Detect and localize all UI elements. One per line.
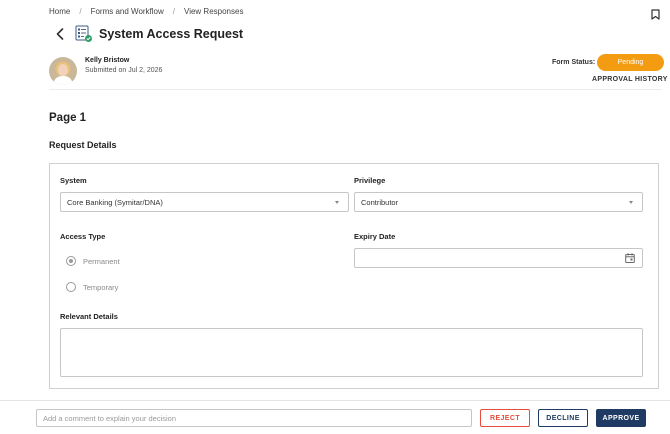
privilege-label: Privilege	[354, 176, 386, 185]
chevron-left-icon	[56, 28, 64, 40]
comment-input[interactable]	[36, 409, 472, 427]
approve-button[interactable]: APPROVE	[596, 409, 646, 427]
bookmark-icon[interactable]	[651, 9, 660, 20]
breadcrumb-current: View Responses	[184, 7, 244, 16]
system-select[interactable]: Core Banking (Symitar/DNA)	[60, 192, 349, 212]
radio-temporary-label: Temporary	[83, 282, 119, 292]
page-header: System Access Request	[53, 25, 243, 43]
request-details-card: System Core Banking (Symitar/DNA) Privil…	[49, 163, 659, 389]
form-page-title: Page 1	[49, 112, 87, 124]
radio-temporary[interactable]: Temporary	[66, 282, 118, 292]
approval-history-link[interactable]: APPROVAL HISTORY	[592, 76, 668, 83]
form-status-label: Form Status:	[552, 59, 596, 66]
calendar-icon[interactable]	[625, 253, 635, 263]
page-title: System Access Request	[99, 27, 244, 41]
privilege-select[interactable]: Contributor	[354, 192, 643, 212]
radio-permanent-label: Permanent	[83, 256, 120, 266]
expiry-date-label: Expiry Date	[354, 232, 396, 241]
system-value: Core Banking (Symitar/DNA)	[67, 197, 163, 207]
avatar	[49, 57, 77, 85]
radio-checked-icon	[66, 256, 76, 266]
breadcrumb: Home / Forms and Workflow / View Respons…	[49, 7, 243, 16]
relevant-details-textarea[interactable]	[60, 328, 643, 377]
submitted-date: Submitted on Jul 2, 2026	[85, 67, 163, 74]
breadcrumb-separator: /	[79, 7, 82, 16]
breadcrumb-separator: /	[172, 7, 176, 16]
breadcrumb-home-link[interactable]: Home	[49, 7, 70, 16]
caret-down-icon	[629, 201, 633, 204]
privilege-value: Contributor	[361, 197, 399, 207]
form-document-icon	[75, 25, 92, 42]
caret-down-icon	[335, 201, 339, 204]
header-divider	[49, 89, 662, 90]
relevant-details-label: Relevant Details	[60, 312, 118, 321]
access-type-label: Access Type	[60, 232, 106, 241]
system-label: System	[60, 176, 87, 185]
submitter-name: Kelly Bristow	[85, 57, 130, 64]
reject-button[interactable]: REJECT	[480, 409, 530, 427]
breadcrumb-forms-link[interactable]: Forms and Workflow	[91, 7, 164, 16]
radio-unchecked-icon	[66, 282, 76, 292]
decline-button[interactable]: DECLINE	[538, 409, 588, 427]
section-title: Request Details	[49, 140, 117, 150]
status-badge: Pending	[597, 54, 664, 71]
decision-footer: REJECT DECLINE APPROVE	[0, 400, 670, 434]
expiry-date-input[interactable]	[354, 248, 643, 268]
radio-permanent[interactable]: Permanent	[66, 256, 120, 266]
back-button[interactable]	[53, 26, 67, 42]
